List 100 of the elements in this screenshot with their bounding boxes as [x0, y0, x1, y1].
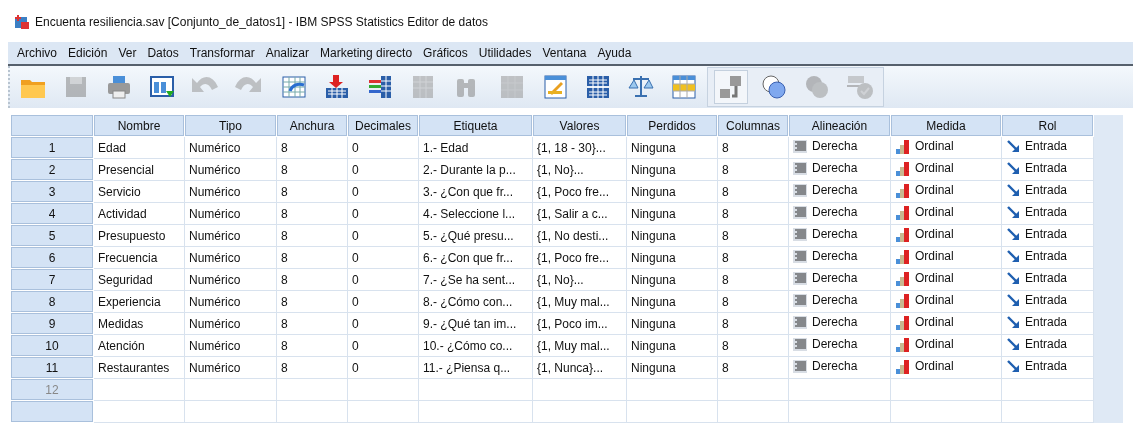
column-header[interactable]: Nombre — [93, 114, 185, 137]
table-cell[interactable]: 1.- Edad — [418, 136, 533, 159]
table-cell[interactable]: Numérico — [184, 158, 277, 181]
row-number[interactable]: 11 — [10, 356, 94, 379]
row-number[interactable]: 2 — [10, 158, 94, 181]
column-header[interactable]: Etiqueta — [418, 114, 533, 137]
corner-cell[interactable] — [10, 114, 94, 137]
menu-item[interactable]: Analizar — [262, 46, 317, 60]
table-cell[interactable]: 8 — [276, 158, 348, 181]
table-cell[interactable]: Numérico — [184, 268, 277, 291]
table-cell[interactable]: 8 — [276, 268, 348, 291]
table-cell[interactable]: Ninguna — [626, 246, 718, 269]
table-cell[interactable]: 8 — [717, 268, 789, 291]
table-cell[interactable]: Numérico — [184, 224, 277, 247]
row-number[interactable] — [10, 400, 94, 423]
column-header[interactable]: Columnas — [717, 114, 789, 137]
toolbar-button[interactable] — [714, 70, 748, 104]
table-cell[interactable]: 8 — [717, 136, 789, 159]
table-cell[interactable]: 8 — [276, 246, 348, 269]
table-cell[interactable]: Numérico — [184, 290, 277, 313]
table-cell[interactable]: 0 — [347, 334, 419, 357]
table-cell[interactable]: 10.- ¿Cómo co... — [418, 334, 533, 357]
table-cell[interactable]: Ninguna — [626, 334, 718, 357]
table-cell[interactable]: 0 — [347, 268, 419, 291]
table-cell[interactable]: 8 — [717, 224, 789, 247]
table-cell[interactable]: 8 — [717, 290, 789, 313]
table-cell[interactable]: Restaurantes — [93, 356, 185, 379]
menu-item[interactable]: Utilidades — [475, 46, 540, 60]
table-cell[interactable]: 8 — [717, 202, 789, 225]
table-cell[interactable]: 0 — [347, 246, 419, 269]
table-cell[interactable]: 7.- ¿Se ha sent... — [418, 268, 533, 291]
table-cell[interactable]: Ninguna — [626, 136, 718, 159]
table-cell[interactable]: Ninguna — [626, 312, 718, 335]
table-cell[interactable]: Seguridad — [93, 268, 185, 291]
table-cell[interactable]: 0 — [347, 136, 419, 159]
menu-item[interactable]: Transformar — [186, 46, 263, 60]
table-cell[interactable]: 8 — [276, 290, 348, 313]
table-cell[interactable]: Ninguna — [626, 202, 718, 225]
table-cell[interactable]: {1, Muy mal... — [532, 290, 627, 313]
table-cell[interactable]: Ninguna — [626, 290, 718, 313]
column-header[interactable]: Medida — [890, 114, 1002, 137]
table-cell[interactable]: 0 — [347, 290, 419, 313]
table-cell[interactable]: 0 — [347, 180, 419, 203]
table-cell[interactable]: 8 — [717, 180, 789, 203]
row-number[interactable]: 6 — [10, 246, 94, 269]
menu-item[interactable]: Gráficos — [420, 46, 476, 60]
table-cell[interactable]: 0 — [347, 158, 419, 181]
column-header[interactable]: Perdidos — [626, 114, 718, 137]
table-cell[interactable]: 11.- ¿Piensa q... — [418, 356, 533, 379]
table-cell[interactable]: 0 — [347, 202, 419, 225]
table-cell[interactable]: Edad — [93, 136, 185, 159]
table-cell[interactable]: {1, Poco im... — [532, 312, 627, 335]
table-cell[interactable]: {1, Muy mal... — [532, 334, 627, 357]
table-cell[interactable]: 8 — [276, 356, 348, 379]
menu-item[interactable]: Ver — [115, 46, 145, 60]
row-number[interactable]: 10 — [10, 334, 94, 357]
table-cell[interactable]: 5.- ¿Qué presu... — [418, 224, 533, 247]
table-cell[interactable]: 8 — [276, 224, 348, 247]
table-cell[interactable]: {1, Poco fre... — [532, 246, 627, 269]
table-cell[interactable]: 4.- Seleccione l... — [418, 202, 533, 225]
table-cell[interactable]: {1, Poco fre... — [532, 180, 627, 203]
column-header[interactable]: Tipo — [184, 114, 277, 137]
table-cell[interactable]: 8 — [717, 312, 789, 335]
row-number[interactable]: 7 — [10, 268, 94, 291]
menu-item[interactable]: Edición — [65, 46, 116, 60]
row-number[interactable]: 1 — [10, 136, 94, 159]
table-cell[interactable]: 8 — [276, 312, 348, 335]
column-header[interactable]: Rol — [1001, 114, 1094, 137]
table-cell[interactable]: 9.- ¿Qué tan im... — [418, 312, 533, 335]
table-cell[interactable]: 2.- Durante la p... — [418, 158, 533, 181]
table-cell[interactable]: {1, No desti... — [532, 224, 627, 247]
column-header[interactable]: Anchura — [276, 114, 348, 137]
menu-item[interactable]: Marketing directo — [317, 46, 421, 60]
table-cell[interactable]: Presencial — [93, 158, 185, 181]
row-number[interactable]: 9 — [10, 312, 94, 335]
table-cell[interactable]: Frecuencia — [93, 246, 185, 269]
row-number[interactable]: 3 — [10, 180, 94, 203]
row-number[interactable]: 4 — [10, 202, 94, 225]
table-cell[interactable]: Numérico — [184, 356, 277, 379]
table-cell[interactable]: Numérico — [184, 334, 277, 357]
table-cell[interactable]: {1, 18 - 30}... — [532, 136, 627, 159]
table-cell[interactable]: 8 — [276, 180, 348, 203]
menu-item[interactable]: Ayuda — [594, 46, 640, 60]
table-cell[interactable]: Experiencia — [93, 290, 185, 313]
table-cell[interactable]: 6.- ¿Con que fr... — [418, 246, 533, 269]
column-header[interactable]: Alineación — [788, 114, 891, 137]
table-cell[interactable]: 8 — [717, 356, 789, 379]
table-cell[interactable]: Ninguna — [626, 158, 718, 181]
table-cell[interactable]: Ninguna — [626, 180, 718, 203]
table-cell[interactable]: 3.- ¿Con que fr... — [418, 180, 533, 203]
table-cell[interactable]: Numérico — [184, 202, 277, 225]
table-cell[interactable]: {1, Nunca}... — [532, 356, 627, 379]
table-cell[interactable]: Atención — [93, 334, 185, 357]
table-cell[interactable]: 8 — [717, 334, 789, 357]
table-cell[interactable]: Presupuesto — [93, 224, 185, 247]
menu-item[interactable]: Datos — [144, 46, 187, 60]
menu-item[interactable]: Archivo — [14, 46, 65, 60]
table-cell[interactable]: {1, Salir a c... — [532, 202, 627, 225]
table-cell[interactable]: 8.- ¿Cómo con... — [418, 290, 533, 313]
table-cell[interactable]: 8 — [717, 158, 789, 181]
